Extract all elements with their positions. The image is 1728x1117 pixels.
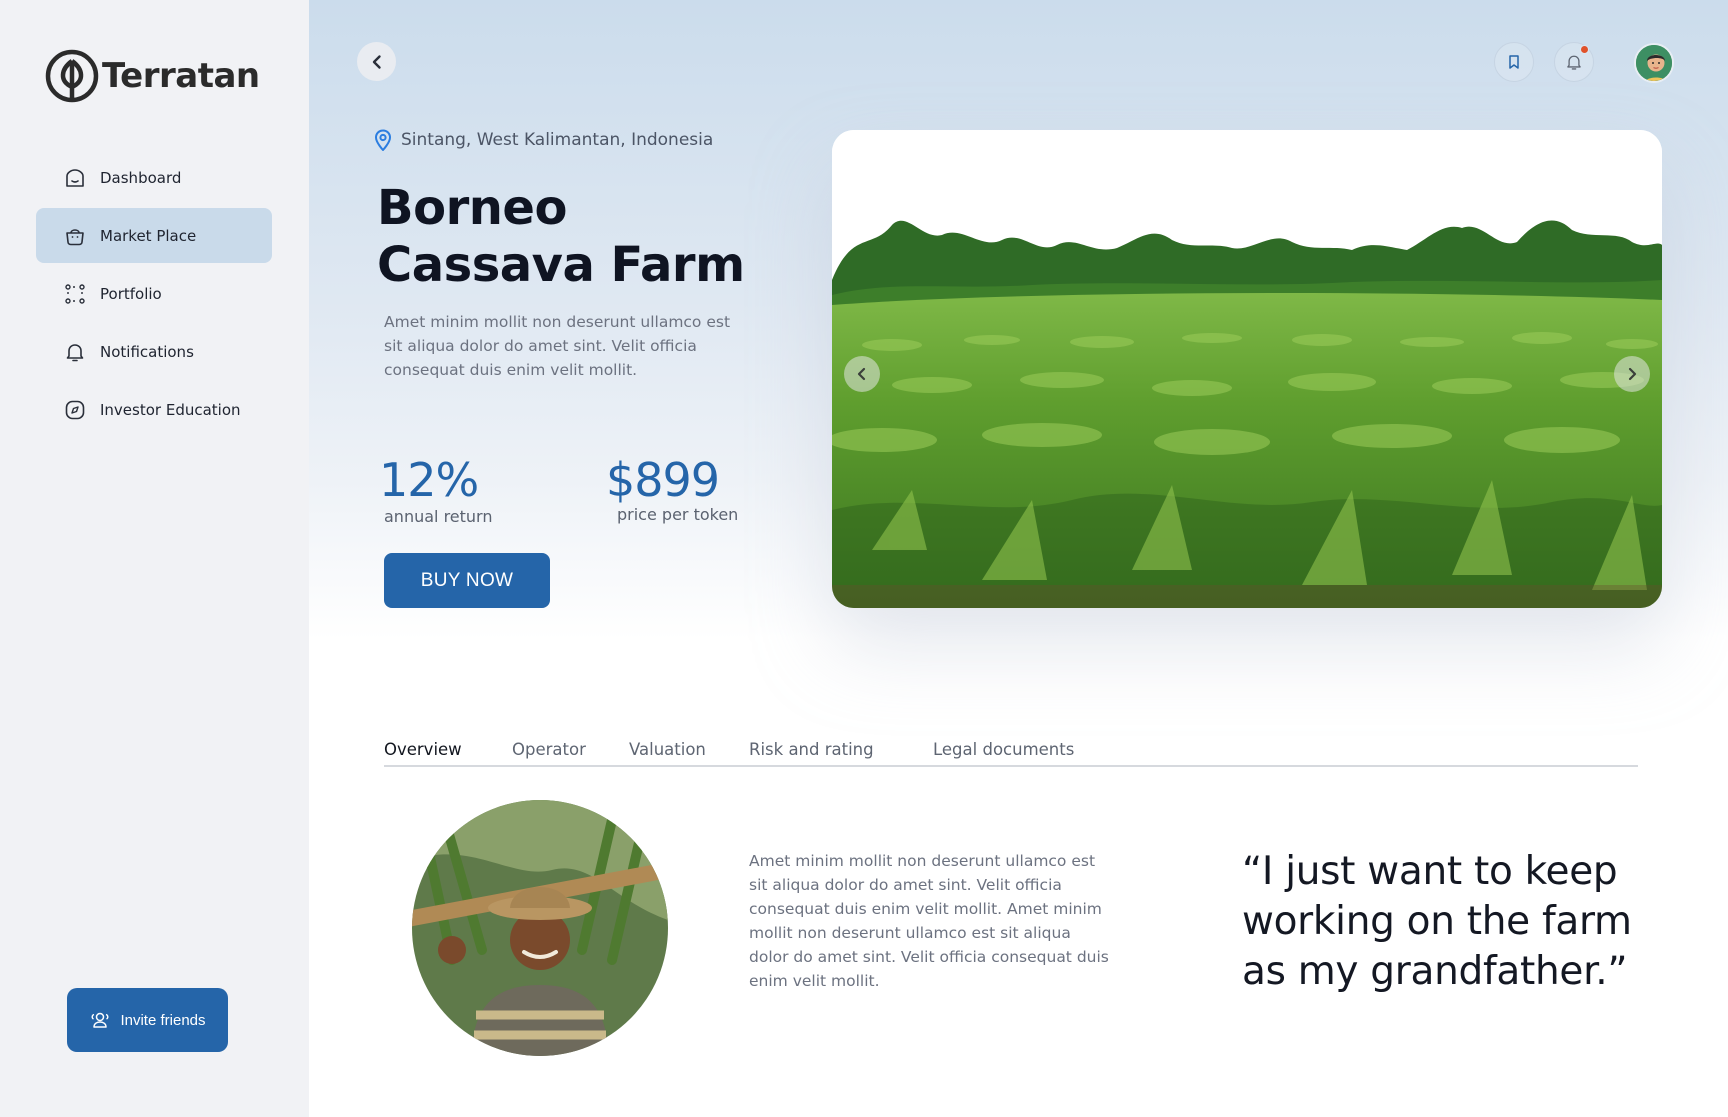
sidebar-item-notifications[interactable]: Notifications [36, 324, 272, 379]
sidebar-item-portfolio[interactable]: Portfolio [36, 266, 272, 321]
farm-location: Sintang, West Kalimantan, Indonesia [373, 129, 713, 151]
detail-tabs: Overview Operator Valuation Risk and rat… [384, 735, 1638, 767]
overview-description: Amet minim mollit non deserunt ullamco e… [749, 852, 1109, 990]
annual-return-value: 12% [379, 453, 479, 507]
app-name: Terratan [102, 56, 260, 96]
home-icon [64, 167, 86, 189]
sidebar-item-market-place[interactable]: Market Place [36, 208, 272, 263]
sidebar-item-label: Portfolio [100, 284, 162, 303]
chevron-left-icon [857, 367, 866, 381]
users-icon [89, 1009, 111, 1031]
buy-now-button[interactable]: BUY NOW [384, 553, 550, 608]
grid-icon [64, 283, 86, 305]
sidebar-item-label: Notifications [100, 342, 194, 361]
carousel-next-button[interactable] [1614, 356, 1650, 392]
notifications-button[interactable] [1554, 42, 1594, 82]
leaf-logo-icon [45, 49, 99, 103]
sidebar-item-dashboard[interactable]: Dashboard [36, 150, 272, 205]
bell-icon [1567, 55, 1581, 70]
sidebar-item-label: Investor Education [100, 400, 241, 419]
cassava-field-image [832, 130, 1662, 608]
chevron-left-icon [372, 54, 381, 69]
invite-friends-label: Invite friends [120, 1011, 206, 1029]
price-per-token-label: price per token [617, 505, 739, 524]
tab-operator[interactable]: Operator [512, 740, 586, 759]
logo[interactable]: Terratan [43, 47, 260, 105]
avatar-image [1636, 45, 1672, 81]
main-content: Sintang, West Kalimantan, Indonesia Born… [309, 0, 1728, 1117]
tab-valuation[interactable]: Valuation [629, 740, 706, 759]
annual-return-label: annual return [384, 507, 493, 526]
bookmark-button[interactable] [1494, 42, 1534, 82]
sidebar-nav: Dashboard Market Place Portfolio Notific… [36, 150, 272, 440]
back-button[interactable] [357, 42, 396, 81]
carousel-prev-button[interactable] [844, 356, 880, 392]
farmer-image [412, 800, 668, 1056]
invite-friends-button[interactable]: Invite friends [67, 988, 228, 1052]
bell-icon [64, 341, 86, 363]
sidebar-item-label: Market Place [100, 226, 197, 245]
basket-icon [64, 225, 86, 247]
farm-image-carousel [832, 130, 1662, 608]
farmer-quote: “I just want to keep working on the farm… [1242, 849, 1632, 994]
sidebar-item-label: Dashboard [100, 168, 182, 187]
notification-badge [1580, 45, 1589, 54]
price-per-token-value: $899 [606, 453, 720, 507]
farmer-photo [412, 800, 668, 1056]
farm-description: Amet minim mollit non deserunt ullamco e… [384, 313, 731, 379]
sidebar-item-investor-education[interactable]: Investor Education [36, 382, 272, 437]
compass-icon [64, 399, 86, 421]
page-title: Borneo Cassava Farm [377, 180, 745, 293]
bookmark-icon [1509, 55, 1519, 69]
chevron-right-icon [1628, 367, 1637, 381]
tab-legal-documents[interactable]: Legal documents [933, 740, 1074, 759]
user-avatar[interactable] [1634, 43, 1674, 83]
tab-risk-and-rating[interactable]: Risk and rating [749, 740, 874, 759]
map-pin-icon [374, 129, 392, 151]
sidebar: Terratan Dashboard Market Place Portfoli… [0, 0, 309, 1117]
location-text: Sintang, West Kalimantan, Indonesia [401, 130, 714, 150]
tab-overview[interactable]: Overview [384, 740, 462, 759]
